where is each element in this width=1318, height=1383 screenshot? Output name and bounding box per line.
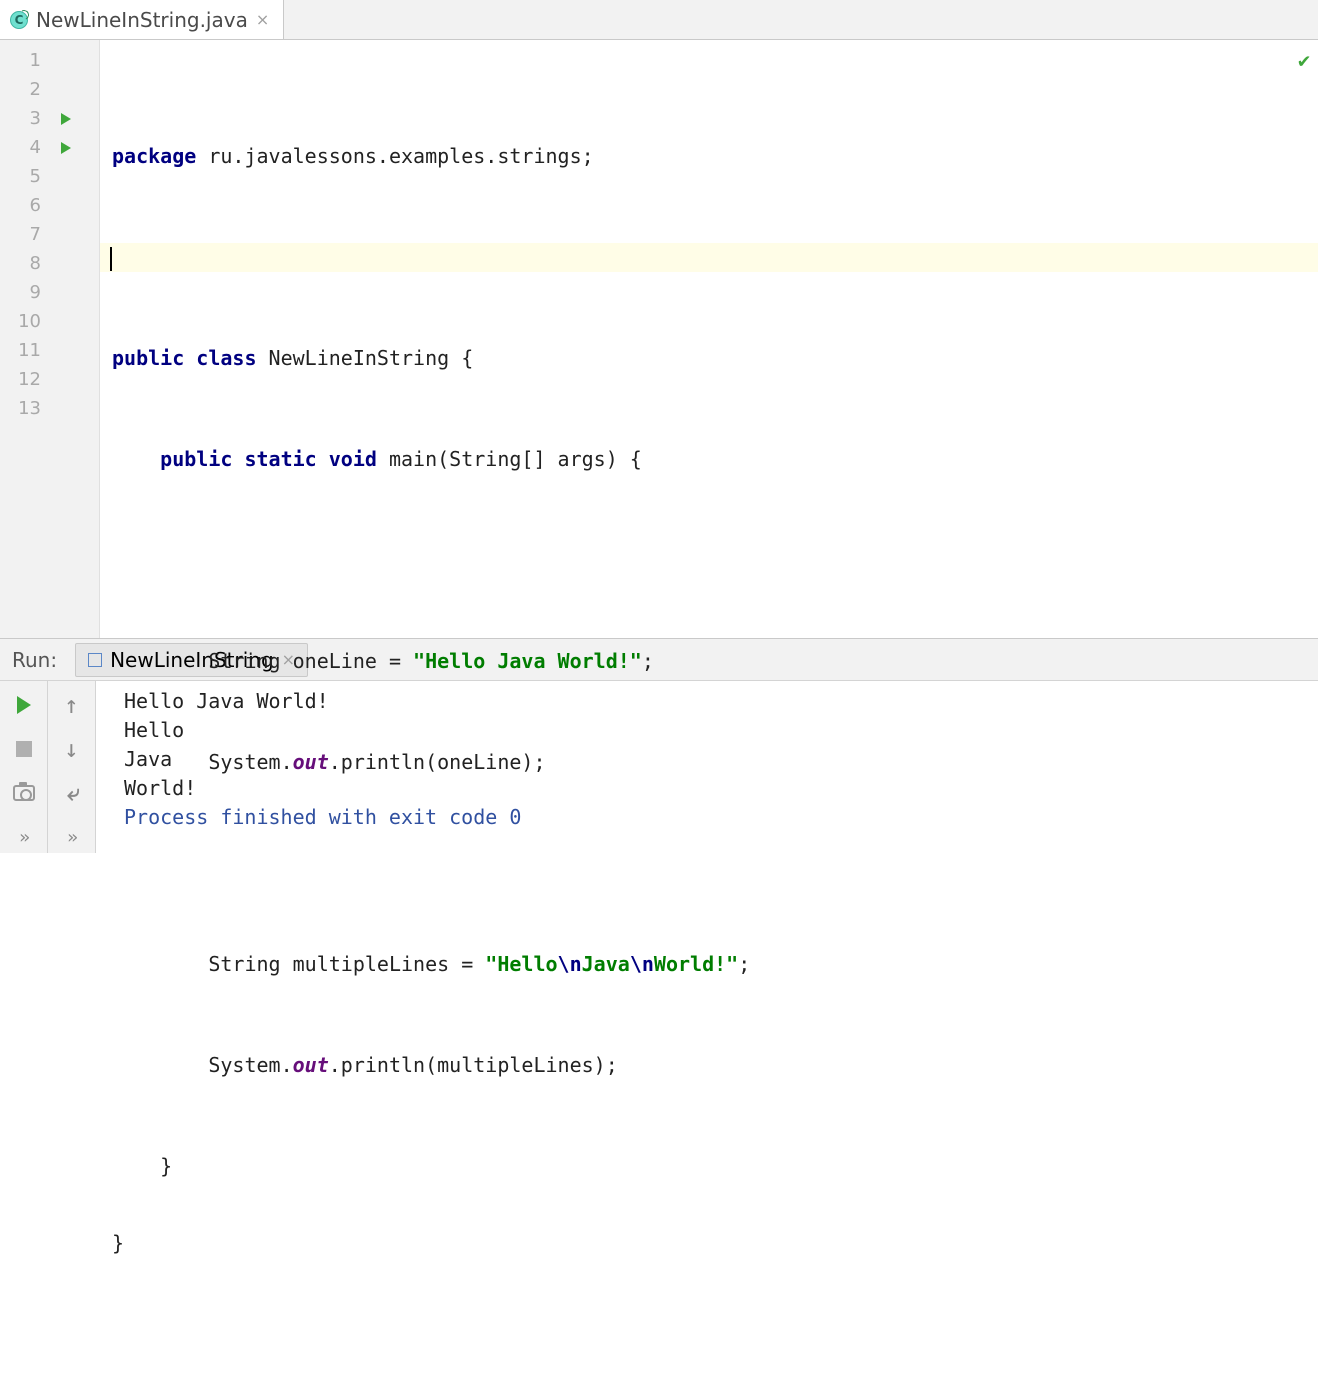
- arrow-up-icon: ↑: [64, 693, 78, 717]
- more-button-2[interactable]: »: [58, 823, 86, 851]
- field-out: out: [293, 1053, 329, 1077]
- code-line[interactable]: String multipleLines = "Hello\nJava\nWor…: [100, 950, 1318, 979]
- code-line[interactable]: }: [100, 1229, 1318, 1258]
- quote: ": [726, 952, 738, 976]
- line-number[interactable]: 12: [0, 365, 99, 394]
- code-area[interactable]: ✔ package ru.javalessons.examples.string…: [100, 40, 1318, 638]
- line-number[interactable]: 8: [0, 249, 99, 278]
- kw-method: public static void: [160, 447, 377, 471]
- code-text: .println(oneLine);: [329, 750, 546, 774]
- code-text: String multipleLines =: [208, 952, 485, 976]
- code-line[interactable]: [100, 849, 1318, 878]
- indent: [112, 750, 208, 774]
- indent: [112, 649, 208, 673]
- line-number[interactable]: 10: [0, 307, 99, 336]
- line-number[interactable]: 11: [0, 336, 99, 365]
- indent: [112, 952, 208, 976]
- line-number[interactable]: 3: [0, 104, 99, 133]
- wrap-icon: ⤶: [67, 781, 75, 806]
- chevrons-icon: »: [67, 827, 76, 848]
- string-part: Hello: [497, 952, 557, 976]
- indent: [112, 447, 160, 471]
- line-number[interactable]: 7: [0, 220, 99, 249]
- quote: ": [485, 952, 497, 976]
- inspection-ok-icon[interactable]: ✔: [1298, 48, 1310, 72]
- arrow-down-icon: ↓: [64, 737, 78, 761]
- code-line[interactable]: System.out.println(multipleLines);: [100, 1051, 1318, 1080]
- java-class-icon: C: [10, 11, 28, 29]
- code-text: NewLineInString {: [257, 346, 474, 370]
- line-number[interactable]: 13: [0, 394, 99, 423]
- stop-icon: [16, 741, 32, 757]
- line-number[interactable]: 2: [0, 75, 99, 104]
- gutter: 1 2 3 4 5 6 7 8 9 10 11 12 13: [0, 40, 100, 638]
- kw-class: public class: [112, 346, 257, 370]
- stop-button[interactable]: [10, 735, 38, 763]
- line-number[interactable]: 5: [0, 162, 99, 191]
- code-text: ru.javalessons.examples.strings;: [196, 144, 593, 168]
- string-part: Java: [582, 952, 630, 976]
- code-text: main(String[] args) {: [377, 447, 642, 471]
- code-line[interactable]: public static void main(String[] args) {: [100, 445, 1318, 474]
- camera-icon: [13, 785, 35, 801]
- play-icon: [17, 696, 31, 714]
- code-text: String oneLine =: [208, 649, 413, 673]
- rerun-button[interactable]: [10, 691, 38, 719]
- scroll-up-button[interactable]: ↑: [58, 691, 86, 719]
- line-number[interactable]: 6: [0, 191, 99, 220]
- code-text: ;: [738, 952, 750, 976]
- screenshot-button[interactable]: [10, 779, 38, 807]
- indent: [112, 1053, 208, 1077]
- code-line[interactable]: [100, 243, 1318, 272]
- kw-package: package: [112, 144, 196, 168]
- run-toolbar-secondary: ↑ ↓ ⤶ »: [48, 681, 96, 853]
- scroll-down-button[interactable]: ↓: [58, 735, 86, 763]
- code-line[interactable]: System.out.println(oneLine);: [100, 748, 1318, 777]
- string-literal: "Hello Java World!": [413, 649, 642, 673]
- code-text: .println(multipleLines);: [329, 1053, 618, 1077]
- code-line[interactable]: }: [100, 1152, 1318, 1181]
- code-line[interactable]: public class NewLineInString {: [100, 344, 1318, 373]
- code-line[interactable]: package ru.javalessons.examples.strings;: [100, 142, 1318, 171]
- more-button[interactable]: »: [10, 823, 38, 851]
- editor-tabs: C NewLineInString.java ×: [0, 0, 1318, 40]
- chevrons-icon: »: [19, 827, 28, 848]
- escape-seq: \n: [630, 952, 654, 976]
- file-tab-label: NewLineInString.java: [36, 8, 248, 32]
- editor: 1 2 3 4 5 6 7 8 9 10 11 12 13 ✔ package …: [0, 40, 1318, 639]
- field-out: out: [293, 750, 329, 774]
- code-text: }: [112, 1154, 172, 1178]
- line-number[interactable]: 4: [0, 133, 99, 162]
- caret: [110, 247, 112, 271]
- soft-wrap-button[interactable]: ⤶: [58, 779, 86, 807]
- close-tab-icon[interactable]: ×: [256, 10, 269, 29]
- code-text: ;: [642, 649, 654, 673]
- code-line[interactable]: [100, 546, 1318, 575]
- run-toolbar-primary: »: [0, 681, 48, 853]
- code-text: System.: [208, 750, 292, 774]
- code-line[interactable]: String oneLine = "Hello Java World!";: [100, 647, 1318, 676]
- run-label: Run:: [0, 648, 75, 672]
- file-tab[interactable]: C NewLineInString.java ×: [0, 0, 284, 39]
- code-text: }: [112, 1231, 124, 1255]
- line-number[interactable]: 1: [0, 46, 99, 75]
- string-part: World!: [654, 952, 726, 976]
- line-number[interactable]: 9: [0, 278, 99, 307]
- code-text: System.: [208, 1053, 292, 1077]
- escape-seq: \n: [558, 952, 582, 976]
- code-line[interactable]: [100, 1306, 1318, 1335]
